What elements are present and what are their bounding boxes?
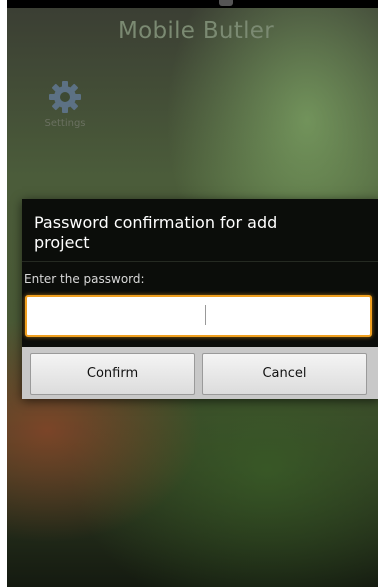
gear-icon [49, 81, 81, 113]
dialog-button-bar: Confirm Cancel [22, 347, 378, 399]
dialog-title: Password confirmation for add project [34, 213, 278, 252]
app-title: Mobile Butler [117, 18, 275, 44]
text-cursor [205, 305, 206, 325]
password-input[interactable] [25, 295, 372, 337]
settings-shortcut[interactable]: Settings [35, 80, 95, 140]
cancel-button[interactable]: Cancel [202, 353, 367, 395]
password-prompt: Enter the password: [24, 272, 145, 286]
password-dialog: Password confirmation for add project En… [22, 199, 378, 399]
app-screen: Mobile Butler Settings Password confirma… [7, 0, 378, 587]
status-notch [219, 0, 233, 6]
settings-label: Settings [44, 118, 86, 129]
confirm-button[interactable]: Confirm [30, 353, 195, 395]
dialog-divider [22, 261, 378, 262]
status-bar [7, 0, 378, 8]
